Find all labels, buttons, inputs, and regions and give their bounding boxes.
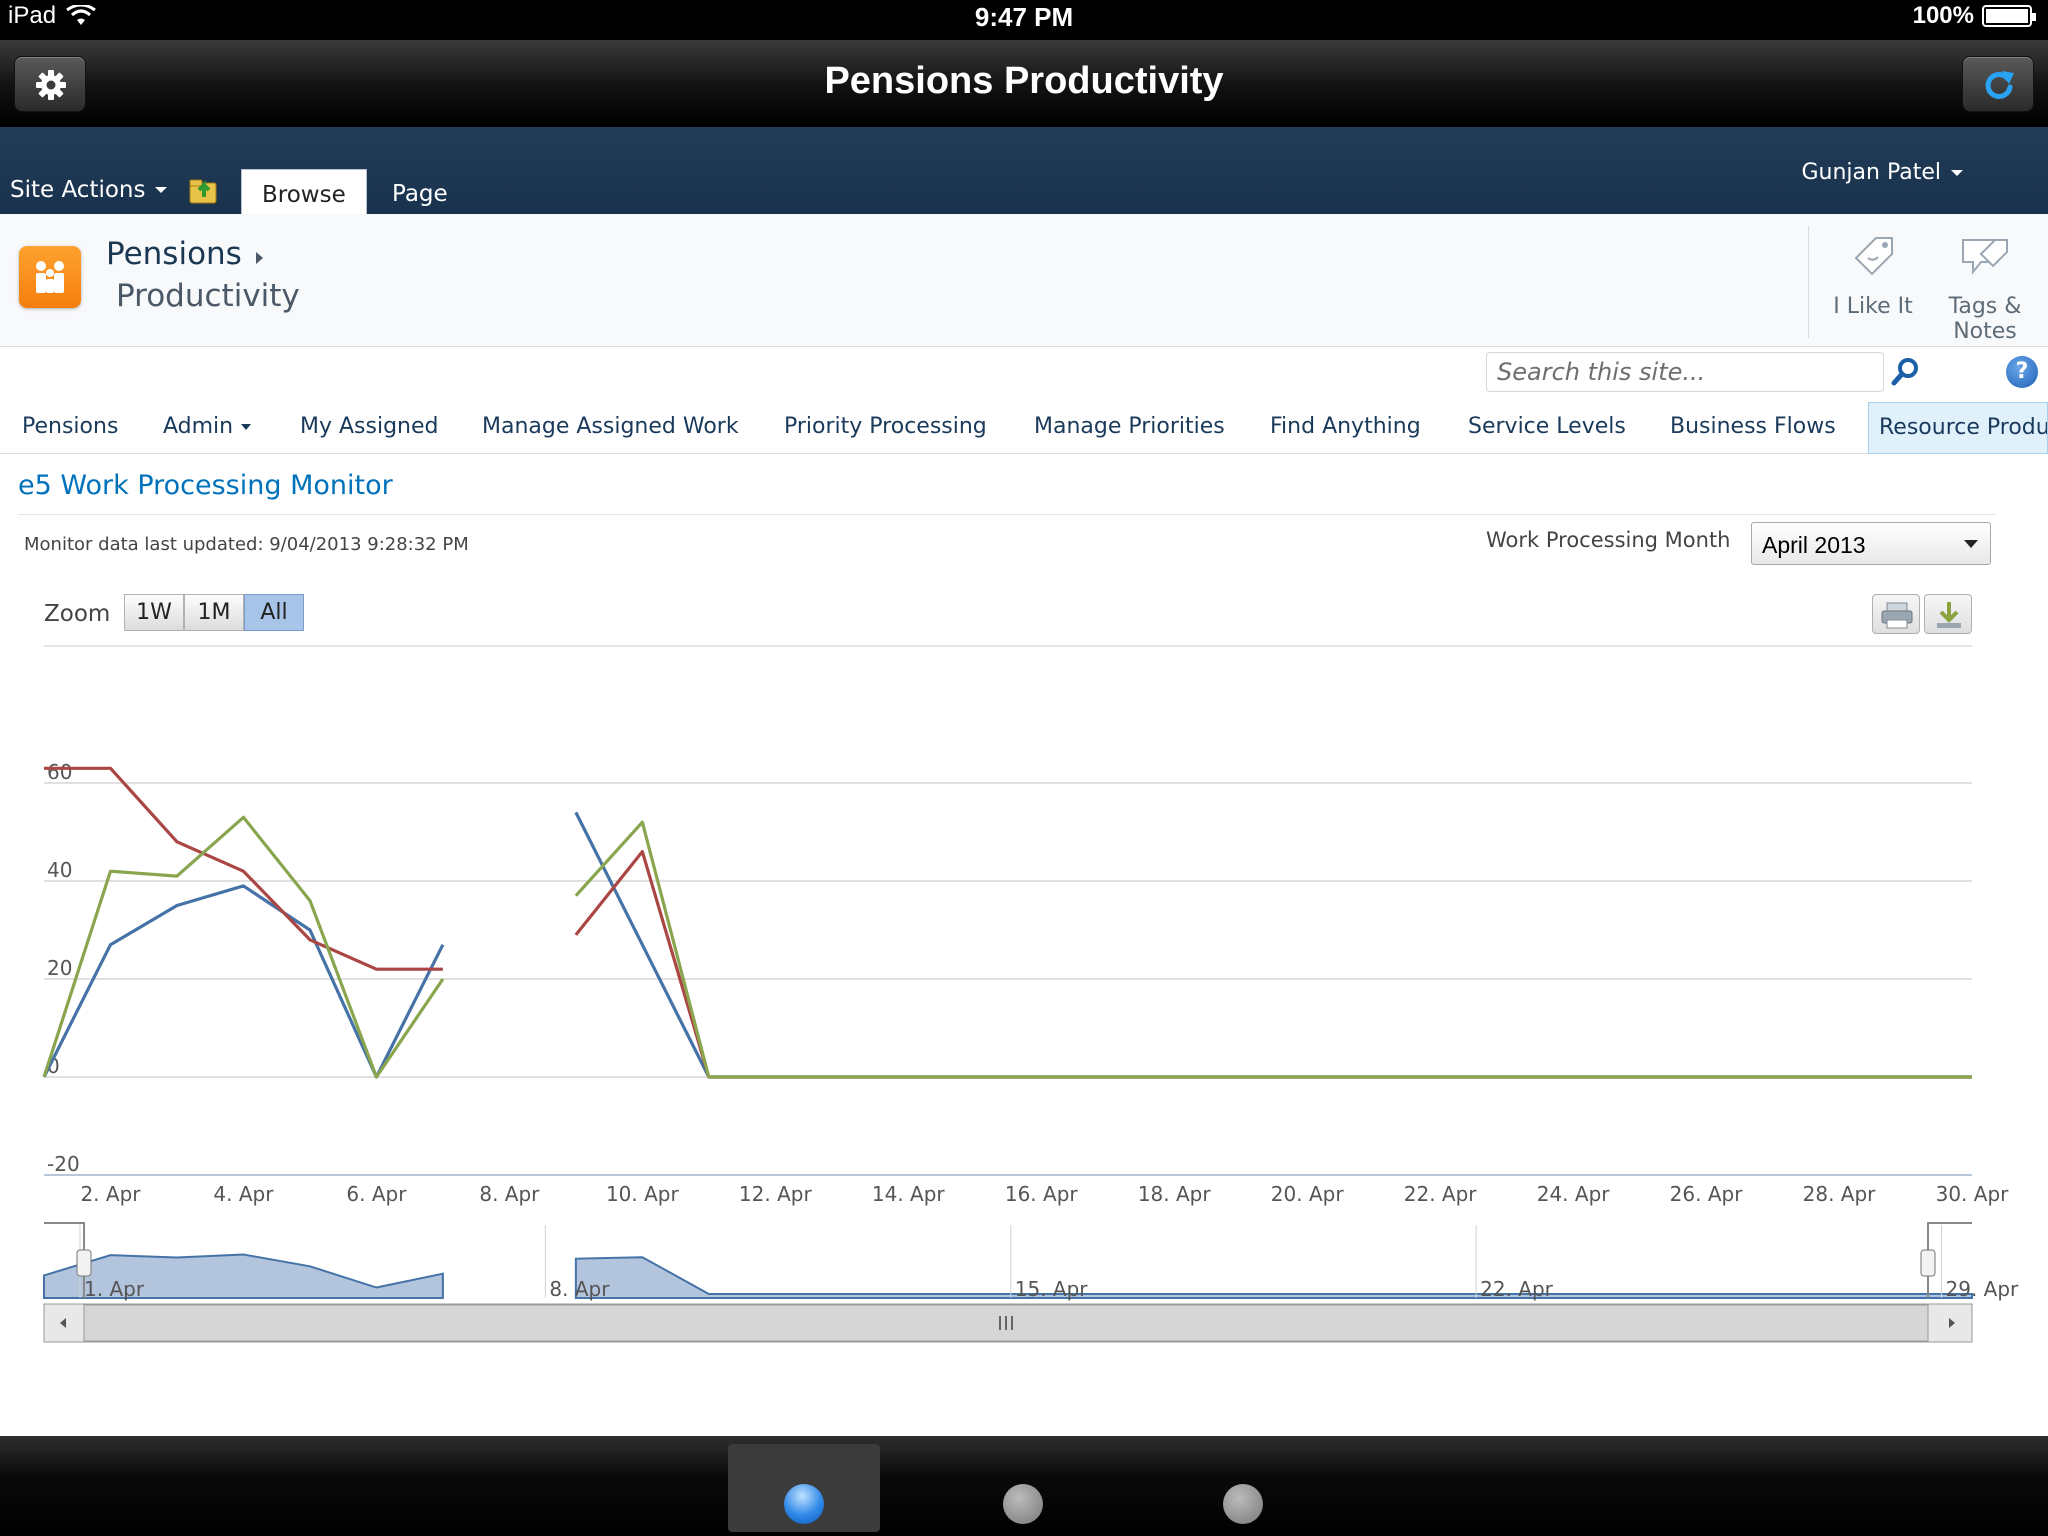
x-tick-label: 10. Apr	[606, 1182, 680, 1206]
month-select[interactable]: April 2013	[1751, 522, 1991, 565]
y-tick-label: -20	[47, 1152, 80, 1176]
nav-item-my-assigned[interactable]: My Assigned	[300, 402, 439, 454]
nav-item-find-anything[interactable]: Find Anything	[1270, 402, 1421, 454]
nav-item-business-flows[interactable]: Business Flows	[1670, 402, 1836, 454]
tab-browse[interactable]: Browse	[241, 169, 367, 214]
site-actions-label: Site Actions	[10, 177, 146, 203]
series-line-1	[42, 884, 445, 1079]
chevron-right-icon	[255, 252, 263, 264]
navigator-left-handle	[76, 1249, 92, 1277]
tags-notes-button[interactable]: Tags & Notes	[1930, 226, 2040, 354]
x-tick-label: 18. Apr	[1138, 1182, 1212, 1206]
chevron-down-icon	[155, 187, 168, 193]
nav-item-manage-assigned-work[interactable]: Manage Assigned Work	[482, 402, 739, 454]
user-menu[interactable]: Gunjan Patel	[1801, 160, 1963, 185]
month-select-value: April 2013	[1762, 532, 1866, 558]
x-tick-label: 24. Apr	[1537, 1182, 1611, 1206]
y-tick-label: 40	[47, 858, 72, 882]
navigator-label: 22. Apr	[1480, 1277, 1554, 1301]
navigator-label: 8. Apr	[549, 1277, 610, 1301]
x-tick-label: 14. Apr	[872, 1182, 946, 1206]
navigator-label: 1. Apr	[84, 1277, 145, 1301]
series-line-1	[574, 811, 1972, 1079]
status-time: 9:47 PM	[974, 2, 1074, 32]
navigate-up-icon[interactable]	[188, 175, 220, 205]
series-line-3	[574, 820, 1972, 1079]
breadcrumb-root-link[interactable]: Pensions	[106, 236, 242, 272]
x-tick-label: 22. Apr	[1404, 1182, 1478, 1206]
x-tick-label: 26. Apr	[1670, 1182, 1744, 1206]
search-input[interactable]	[1487, 353, 1883, 391]
x-tick-label: 28. Apr	[1803, 1182, 1877, 1206]
chevron-down-icon	[1951, 169, 1963, 176]
search-icon[interactable]	[1888, 355, 1922, 389]
x-tick-label: 12. Apr	[739, 1182, 813, 1206]
navigator-label: 29. Apr	[1946, 1277, 2020, 1301]
nav-item-resource-productivity[interactable]: Resource Productivity	[1868, 402, 2048, 454]
nav-item-admin[interactable]: Admin	[163, 402, 252, 454]
last-updated-text: Monitor data last updated: 9/04/2013 9:2…	[24, 534, 469, 555]
status-right: 100%	[1912, 2, 2036, 30]
x-tick-label: 16. Apr	[1005, 1182, 1079, 1206]
chart-canvas: -2002040602. Apr 4. Apr 6. Apr 8. Apr 10. Ap…	[42, 645, 2020, 1343]
navigator-label: 15. Apr	[1015, 1277, 1089, 1301]
x-tick-label: 6. Apr	[346, 1182, 407, 1206]
tag-like-icon	[1854, 237, 1893, 276]
i-like-it-button[interactable]: I Like It	[1818, 226, 1928, 336]
x-tick-label: 8. Apr	[479, 1182, 540, 1206]
series-line-2	[44, 766, 443, 971]
nav-item-manage-priorities[interactable]: Manage Priorities	[1034, 402, 1225, 454]
refresh-button[interactable]	[1962, 56, 2034, 112]
series-line-3	[42, 815, 445, 1079]
x-tick-label: 4. Apr	[213, 1182, 274, 1206]
tags-notes-label: Tags & Notes	[1948, 294, 2022, 344]
top-navigation: Pensions Admin My Assigned Manage Assign…	[0, 402, 2048, 454]
nav-item-pensions[interactable]: Pensions	[22, 402, 118, 454]
work-processing-chart: Zoom 1W 1M All -20 0 20 40 60 2. Apr 4. Apr 6. …	[0, 580, 2048, 1360]
status-bar: iPad 9:47 PM 100%	[0, 0, 2048, 40]
y-tick-label: 60	[47, 760, 72, 784]
i-like-it-label: I Like It	[1833, 294, 1913, 319]
refresh-icon	[1985, 71, 2014, 99]
chevron-down-icon	[241, 424, 252, 430]
tab-page[interactable]: Page	[372, 169, 468, 214]
webpart-title[interactable]: e5 Work Processing Monitor	[18, 470, 393, 501]
people-logo-icon	[36, 261, 64, 293]
help-icon[interactable]: ?	[2006, 356, 2038, 388]
x-tick-label: 2. Apr	[80, 1182, 141, 1206]
month-label: Work Processing Month	[1486, 528, 1731, 552]
x-tick-label: 30. Apr	[1936, 1182, 2010, 1206]
bottom-tab-bar	[0, 1436, 2048, 1536]
app-title-bar: Pensions Productivity	[0, 40, 2048, 127]
y-tick-label: 20	[47, 956, 72, 980]
sharepoint-ribbon: Site Actions Browse Page Gunjan Patel	[0, 127, 2048, 214]
chevron-down-icon	[1964, 540, 1978, 548]
app-title: Pensions Productivity	[824, 60, 1224, 102]
battery-percent: 100%	[1912, 2, 1974, 29]
page-1-dot[interactable]	[784, 1484, 824, 1524]
nav-item-service-levels[interactable]: Service Levels	[1468, 402, 1626, 454]
title-area: Pensions Productivity I Like It Tags & N…	[0, 214, 2048, 347]
divider	[1808, 226, 1809, 338]
navigator-right-handle	[1920, 1249, 1936, 1277]
search-box[interactable]	[1486, 352, 1884, 392]
page-3-dot[interactable]	[1223, 1484, 1263, 1524]
divider	[18, 514, 1996, 515]
page-2-dot[interactable]	[1003, 1484, 1043, 1524]
site-actions-menu[interactable]: Site Actions	[10, 177, 168, 203]
page-title: Productivity	[116, 278, 300, 314]
tags-notes-icon	[1962, 239, 2008, 275]
x-tick-label: 20. Apr	[1271, 1182, 1345, 1206]
breadcrumb[interactable]: Pensions	[106, 236, 263, 272]
navigator-area	[574, 1256, 1973, 1299]
series-line-2	[574, 850, 1972, 1079]
site-logo[interactable]	[19, 246, 81, 308]
nav-item-priority-processing[interactable]: Priority Processing	[784, 402, 987, 454]
battery-icon	[1982, 5, 2036, 27]
user-name: Gunjan Patel	[1801, 160, 1942, 185]
